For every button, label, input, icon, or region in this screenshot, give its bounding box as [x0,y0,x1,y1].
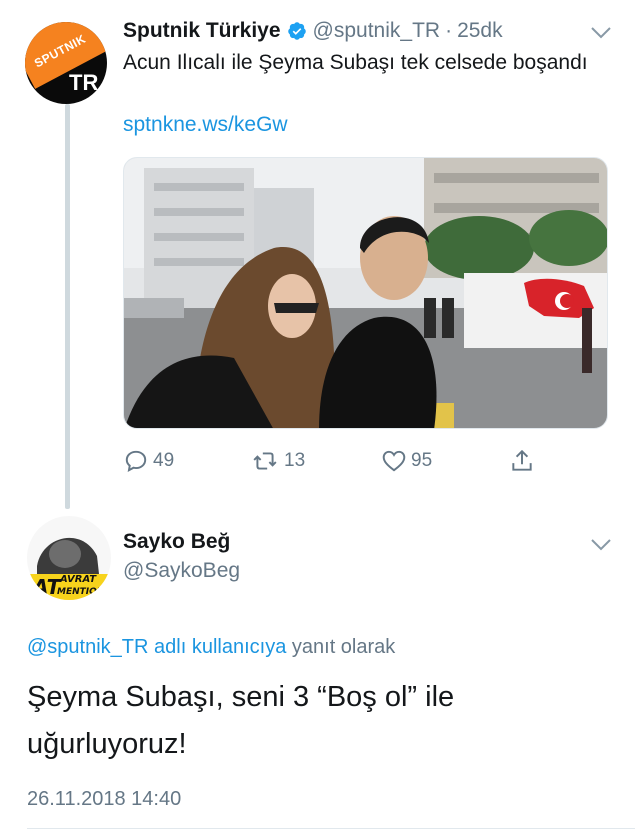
tweet1-header: Sputnik Türkiye @sputnik_TR · 25dk [123,14,503,48]
replying-to-suffix: yanıt olarak [291,636,396,658]
share-icon [512,449,532,471]
tweet1-time[interactable]: 25dk [457,19,503,43]
tweet2-text: Şeyma Subaşı, seni 3 “Boş ol” ile uğurlu… [27,681,455,760]
replying-to-text[interactable]: adlı kullanıcıya [154,636,286,658]
tweet2-display-name[interactable]: Sayko Beğ [123,528,230,556]
replying-to: @sputnik_TR adlı kullanıcıya yanıt olara… [27,633,395,661]
svg-text:MENTION: MENTION [57,587,105,597]
reply-count: 49 [153,450,175,471]
sputnik-avatar[interactable]: SPUTNIK TR [25,22,107,104]
retweet-action[interactable]: 13 [250,448,305,474]
tweet1-text: Acun Ilıcalı ile Şeyma Subaşı tek celsed… [123,51,588,74]
share-action[interactable] [509,448,539,474]
tweet2-timestamp[interactable]: 26.11.2018 14:40 [27,785,181,813]
tweet1-separator: · [445,19,453,42]
heart-icon [382,450,406,472]
tweet1-handle[interactable]: @sputnik_TR [313,19,441,43]
tweet1-photo[interactable] [123,157,608,429]
retweet-count: 13 [284,450,306,471]
thread-connector-line [65,104,70,509]
sputnik-logo-letters: TR [69,70,99,95]
tweet1-actions: 49 13 95 [123,448,543,482]
divider [27,828,635,829]
replying-to-handle[interactable]: @sputnik_TR [27,636,148,658]
reply-icon [125,450,147,473]
verified-badge-icon [287,22,306,40]
tweet2-handle[interactable]: @SaykoBeg [123,557,240,585]
svg-text:AVRAT: AVRAT [59,574,97,585]
chevron-down-icon[interactable] [590,538,612,552]
like-action[interactable]: 95 [381,448,432,474]
like-count: 95 [411,450,433,471]
tweet1-display-name[interactable]: Sputnik Türkiye [123,19,281,43]
photo-illustration [124,158,607,428]
retweet-icon [253,452,277,470]
atmention-avatar-art: AT AVRAT MENTION [27,516,111,600]
tweet1-link[interactable]: sptnkne.ws/keGw [123,110,288,139]
reply-action[interactable]: 49 [123,448,174,474]
saykobeg-avatar[interactable]: AT AVRAT MENTION [27,516,111,600]
chevron-down-icon[interactable] [590,26,612,40]
